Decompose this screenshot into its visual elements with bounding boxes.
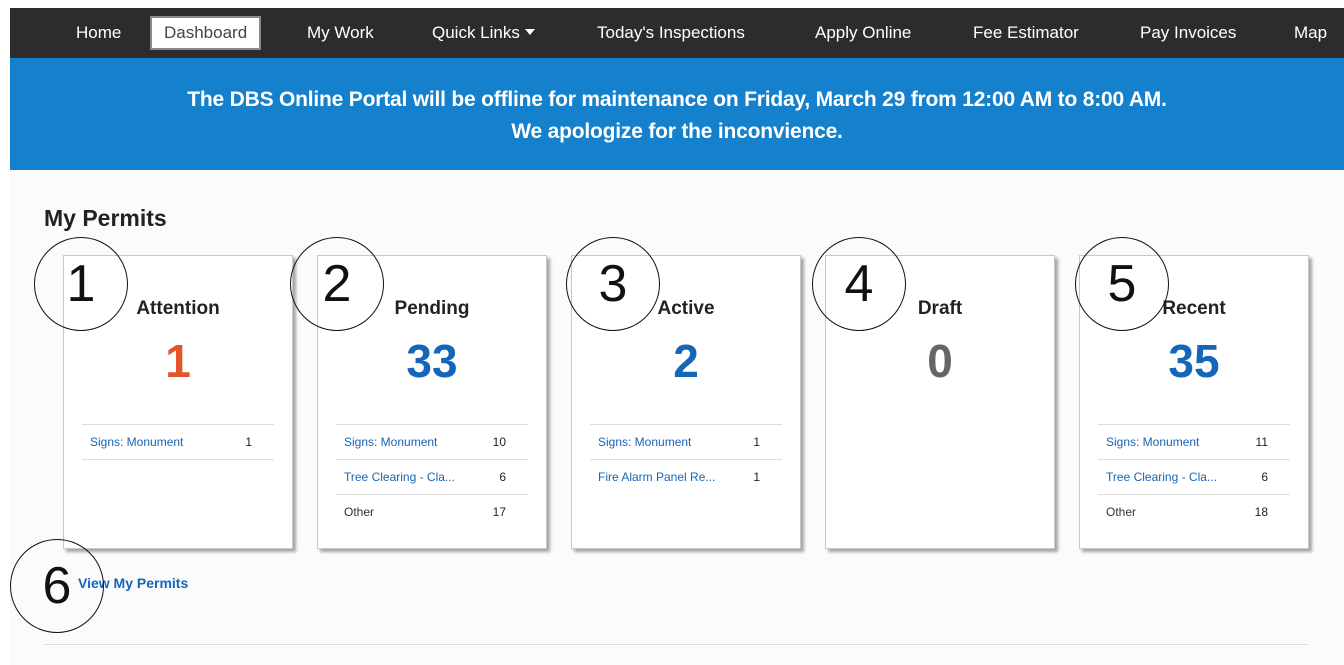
banner-line-1: The DBS Online Portal will be offline fo… — [187, 88, 1167, 111]
table-row[interactable]: Signs: Monument 1 — [82, 425, 274, 460]
row-label[interactable]: Signs: Monument — [598, 425, 691, 459]
row-value: 1 — [245, 435, 252, 449]
card-count[interactable]: 35 — [1080, 334, 1308, 388]
nav-apply-online[interactable]: Apply Online — [815, 18, 911, 48]
nav-my-work[interactable]: My Work — [307, 18, 374, 48]
banner-line-2: We apologize for the inconvience. — [511, 120, 843, 143]
callout-number: 6 — [42, 557, 72, 615]
callout-circle: 1 — [34, 237, 128, 331]
table-row[interactable]: Tree Clearing - Cla... 6 — [1098, 460, 1290, 495]
row-label: Other — [1106, 505, 1137, 519]
callout-number: 2 — [322, 255, 352, 313]
row-value: 6 — [499, 470, 506, 484]
row-label: Other — [344, 505, 375, 519]
row-label[interactable]: Tree Clearing - Cla... — [1106, 460, 1217, 494]
callout-circle: 4 — [812, 237, 906, 331]
row-value: 1 — [753, 470, 760, 484]
table-row[interactable]: Signs: Monument 11 — [1098, 425, 1290, 460]
row-value: 18 — [1254, 505, 1268, 519]
callout-number: 1 — [66, 255, 96, 313]
row-value: 11 — [1255, 435, 1268, 449]
card-count[interactable]: 33 — [318, 334, 546, 388]
section-title: My Permits — [44, 205, 167, 231]
table-row[interactable]: Other 18 — [1098, 495, 1290, 529]
card-count[interactable]: 2 — [572, 334, 800, 388]
table-row[interactable]: Signs: Monument 1 — [590, 425, 782, 460]
section-divider — [44, 644, 1308, 645]
nav-quick-links[interactable]: Quick Links — [432, 18, 535, 48]
callout-circle: 5 — [1075, 237, 1169, 331]
row-value: 10 — [492, 435, 506, 449]
table-row[interactable]: Fire Alarm Panel Re... 1 — [590, 460, 782, 494]
row-label[interactable]: Fire Alarm Panel Re... — [598, 460, 715, 494]
caret-down-icon — [524, 29, 535, 35]
card-count[interactable]: 1 — [64, 334, 292, 388]
row-value: 1 — [753, 435, 760, 449]
row-label[interactable]: Tree Clearing - Cla... — [344, 460, 455, 494]
nav-dashboard[interactable]: Dashboard — [150, 16, 262, 50]
nav-fee-estimator[interactable]: Fee Estimator — [973, 18, 1079, 48]
nav-map[interactable]: Map — [1294, 18, 1327, 48]
callout-circle: 6 — [10, 539, 104, 633]
row-value: 17 — [492, 505, 506, 519]
callout-circle: 2 — [290, 237, 384, 331]
callout-number: 3 — [598, 255, 628, 313]
row-label[interactable]: Signs: Monument — [1106, 425, 1199, 459]
callout-number: 4 — [844, 255, 874, 313]
row-value: 6 — [1261, 470, 1268, 484]
row-label[interactable]: Signs: Monument — [344, 425, 437, 459]
nav-home[interactable]: Home — [76, 18, 121, 48]
callout-number: 5 — [1107, 255, 1137, 313]
table-row[interactable]: Tree Clearing - Cla... 6 — [336, 460, 528, 495]
nav-quick-links-label: Quick Links — [432, 23, 520, 42]
table-row[interactable]: Signs: Monument 10 — [336, 425, 528, 460]
card-count[interactable]: 0 — [826, 334, 1054, 388]
nav-pay-invoices[interactable]: Pay Invoices — [1140, 18, 1236, 48]
row-label[interactable]: Signs: Monument — [90, 425, 183, 459]
top-nav-bar: Home Dashboard My Work Quick Links Today… — [10, 8, 1344, 58]
callout-circle: 3 — [566, 237, 660, 331]
table-row[interactable]: Other 17 — [336, 495, 528, 529]
maintenance-banner: The DBS Online Portal will be offline fo… — [10, 58, 1344, 170]
nav-todays-inspections[interactable]: Today's Inspections — [597, 18, 745, 48]
